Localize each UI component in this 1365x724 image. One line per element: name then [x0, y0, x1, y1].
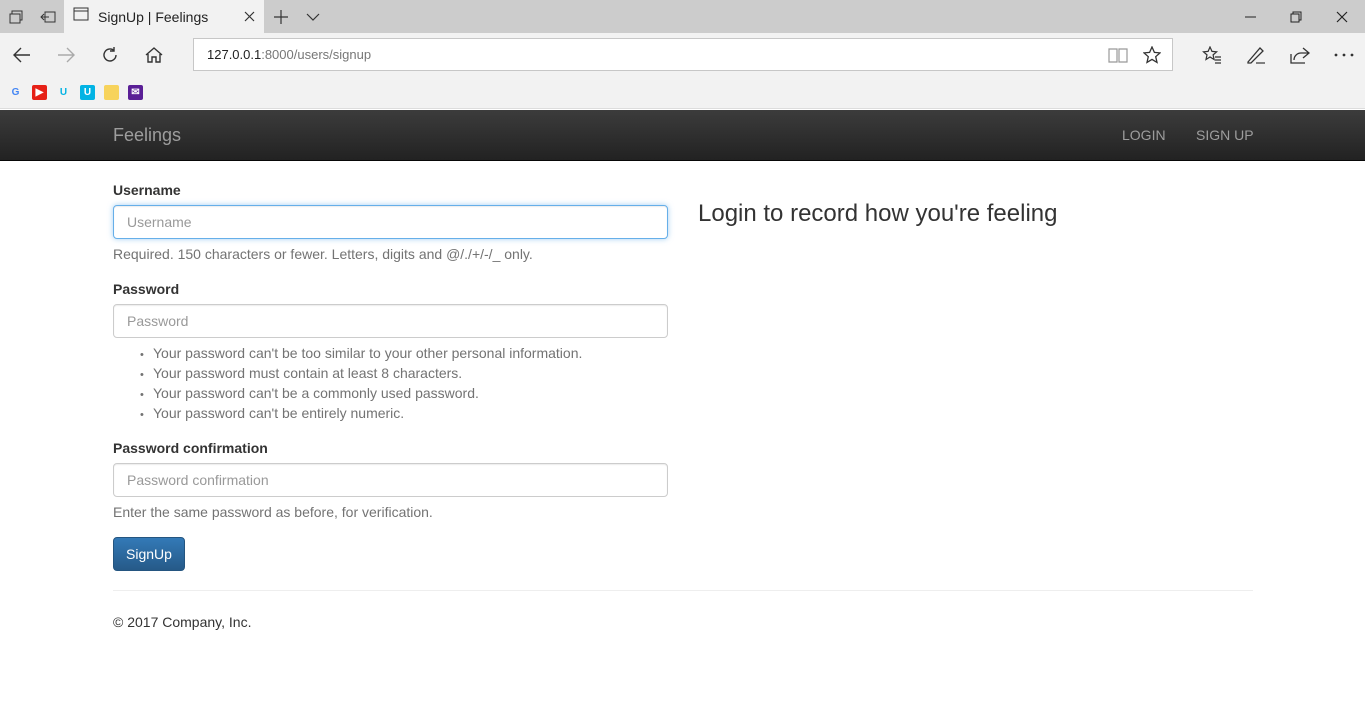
- more-options-icon[interactable]: [1322, 33, 1365, 76]
- password-rule: Your password must contain at least 8 ch…: [140, 364, 582, 384]
- favorite-star-icon[interactable]: [1136, 39, 1168, 70]
- favorite-udacity-icon[interactable]: U: [56, 85, 71, 100]
- signup-button[interactable]: SignUp: [113, 537, 185, 571]
- tab-title: SignUp | Feelings: [98, 8, 209, 25]
- password-rule: Your password can't be entirely numeric.: [140, 404, 582, 424]
- password-confirmation-input[interactable]: [113, 463, 668, 497]
- share-icon[interactable]: [1278, 33, 1322, 76]
- browser-toolbar: 127.0.0.1:8000/users/signup: [0, 33, 1365, 76]
- favorite-google-icon[interactable]: G: [8, 85, 23, 100]
- forward-icon[interactable]: [44, 33, 88, 76]
- page-icon: [73, 7, 89, 26]
- web-note-icon[interactable]: [1234, 33, 1278, 76]
- username-label: Username: [113, 182, 181, 198]
- nav-signup-link[interactable]: SIGN UP: [1196, 127, 1254, 143]
- site-brand[interactable]: Feelings: [113, 125, 181, 146]
- password-rule: Your password can't be too similar to yo…: [140, 344, 582, 364]
- footer-copyright: © 2017 Company, Inc.: [113, 614, 252, 630]
- side-heading: Login to record how you're feeling: [698, 200, 1058, 227]
- browser-tab-bar: SignUp | Feelings: [0, 0, 1365, 33]
- restore-icon[interactable]: [1273, 0, 1319, 33]
- favorite-mail-icon[interactable]: ✉: [128, 85, 143, 100]
- reading-view-icon[interactable]: [1102, 39, 1134, 70]
- close-tab-icon[interactable]: [234, 0, 264, 33]
- footer-divider: [113, 590, 1253, 591]
- favorites-hub-icon[interactable]: [1190, 33, 1234, 76]
- favorite-udacity-app-icon[interactable]: U: [80, 85, 95, 100]
- nav-login-link[interactable]: LOGIN: [1122, 127, 1166, 143]
- address-path: :8000/users/signup: [261, 47, 372, 62]
- password-confirmation-label: Password confirmation: [113, 440, 268, 456]
- minimize-icon[interactable]: [1227, 0, 1273, 33]
- address-bar[interactable]: 127.0.0.1:8000/users/signup: [193, 38, 1173, 71]
- tab-preview-chevron-icon[interactable]: [297, 0, 329, 33]
- close-window-icon[interactable]: [1319, 0, 1365, 33]
- set-aside-tabs-icon[interactable]: [32, 0, 64, 33]
- refresh-icon[interactable]: [88, 33, 132, 76]
- back-icon[interactable]: [0, 33, 44, 76]
- password-rule: Your password can't be a commonly used p…: [140, 384, 582, 404]
- username-help-text: Required. 150 characters or fewer. Lette…: [113, 246, 533, 262]
- new-tab-icon[interactable]: [265, 0, 297, 33]
- password-input[interactable]: [113, 304, 668, 338]
- username-input[interactable]: [113, 205, 668, 239]
- tab-manager-icon[interactable]: [0, 0, 32, 33]
- address-host: 127.0.0.1: [207, 47, 262, 62]
- favorite-youtube-icon[interactable]: ▶: [32, 85, 47, 100]
- password-label: Password: [113, 281, 180, 297]
- home-icon[interactable]: [132, 33, 176, 76]
- password-confirmation-help-text: Enter the same password as before, for v…: [113, 504, 433, 520]
- site-navbar: Feelings LOGIN SIGN UP: [0, 110, 1365, 161]
- browser-tab-active[interactable]: SignUp | Feelings: [64, 0, 264, 33]
- password-rules-list: Your password can't be too similar to yo…: [140, 344, 582, 424]
- favorite-note-icon[interactable]: [104, 85, 119, 100]
- favorites-bar: G ▶ U U ✉: [0, 76, 1365, 109]
